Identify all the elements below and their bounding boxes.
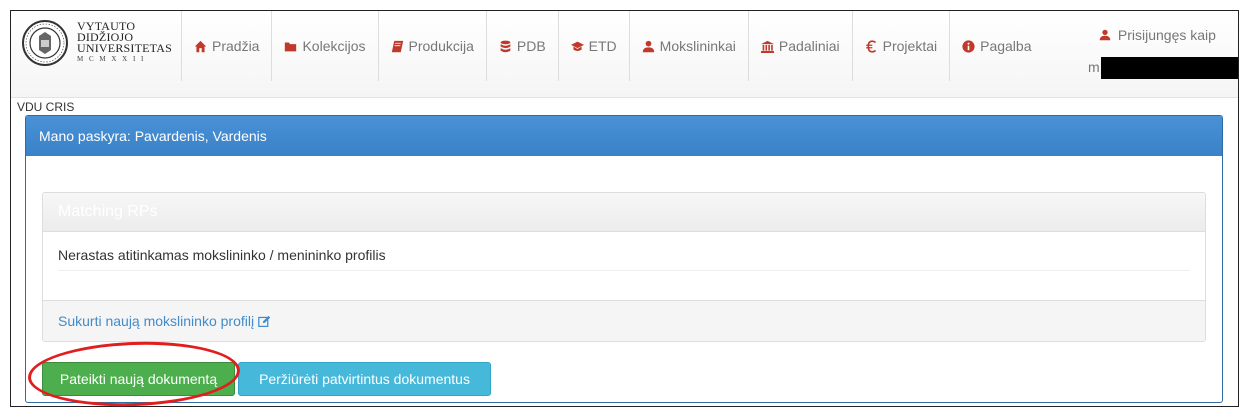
nav-item-produkcija[interactable]: Produkcija (379, 11, 487, 81)
main-nav: Pradžia Kolekcijos Produkcija PDB ETD Mo… (181, 11, 1044, 81)
nav-item-projektai[interactable]: Projektai (853, 11, 951, 81)
app-window: VYTAUTO DIDŽIOJO UNIVERSITETAS M C M X X… (10, 10, 1239, 407)
nav-label: Padaliniai (778, 38, 840, 54)
panel-title: Mano paskyra: Pavardenis, Vardenis (26, 116, 1222, 156)
user-icon (642, 40, 654, 52)
nav-label: Projektai (882, 38, 938, 54)
redacted-user-name (1101, 57, 1238, 79)
submit-new-document-button[interactable]: Pateikti naują dokumentą (42, 362, 235, 396)
university-seal-icon (22, 20, 68, 66)
no-profile-message: Nerastas atitinkamas mokslininko / menin… (58, 247, 386, 263)
info-circle-icon (962, 39, 975, 53)
matching-rps-body: Nerastas atitinkamas mokslininko / menin… (43, 232, 1205, 302)
logo-line-3: UNIVERSITETAS (77, 41, 172, 55)
account-panel: Mano paskyra: Pavardenis, Vardenis Match… (25, 115, 1223, 403)
nav-label: PDB (516, 38, 546, 54)
view-approved-documents-button[interactable]: Peržiūrėti patvirtintus dokumentus (238, 362, 491, 396)
matching-rps-panel: Matching RPs Nerastas atitinkamas moksli… (42, 192, 1206, 342)
graduation-cap-icon (570, 41, 584, 51)
user-icon (1099, 29, 1111, 41)
nav-item-pradzia[interactable]: Pradžia (181, 11, 273, 81)
database-icon (500, 40, 511, 52)
breadcrumb[interactable]: VDU CRIS (17, 100, 74, 114)
university-logo[interactable]: VYTAUTO DIDŽIOJO UNIVERSITETAS M C M X X… (21, 17, 172, 69)
create-profile-link[interactable]: Sukurti naują mokslininko profilį (43, 300, 1205, 341)
nav-item-mokslininkai[interactable]: Mokslininkai (630, 11, 749, 81)
nav-item-kolekcijos[interactable]: Kolekcijos (272, 11, 379, 81)
nav-label: Kolekcijos (302, 38, 366, 54)
logo-line-4: M C M X X I I (77, 55, 146, 63)
nav-label: Pradžia (212, 38, 260, 54)
university-name: VYTAUTO DIDŽIOJO UNIVERSITETAS M C M X X… (77, 20, 172, 65)
divider (58, 270, 1190, 271)
user-menu[interactable]: Prisijungęs kaip (1099, 27, 1216, 43)
nav-label: ETD (588, 38, 617, 54)
nav-item-pagalba[interactable]: Pagalba (950, 11, 1043, 81)
nav-item-etd[interactable]: ETD (559, 11, 630, 81)
user-menu-label: Prisijungęs kaip (1117, 27, 1216, 43)
nav-label: Mokslininkai (659, 38, 736, 54)
matching-rps-title: Matching RPs (43, 193, 1205, 232)
top-navbar: VYTAUTO DIDŽIOJO UNIVERSITETAS M C M X X… (11, 11, 1238, 98)
nav-item-padaliniai[interactable]: Padaliniai (749, 11, 853, 81)
create-profile-link-label: Sukurti naują mokslininko profilį (58, 313, 255, 329)
institution-icon (760, 40, 774, 53)
edit-icon (258, 315, 271, 327)
nav-label: Pagalba (980, 38, 1032, 54)
euro-icon (865, 39, 876, 53)
user-name-prefix: m (1088, 59, 1100, 75)
book-icon (391, 40, 403, 52)
nav-item-pdb[interactable]: PDB (487, 11, 559, 81)
home-icon (194, 40, 207, 52)
folder-icon (285, 41, 297, 51)
nav-label: Produkcija (408, 38, 474, 54)
